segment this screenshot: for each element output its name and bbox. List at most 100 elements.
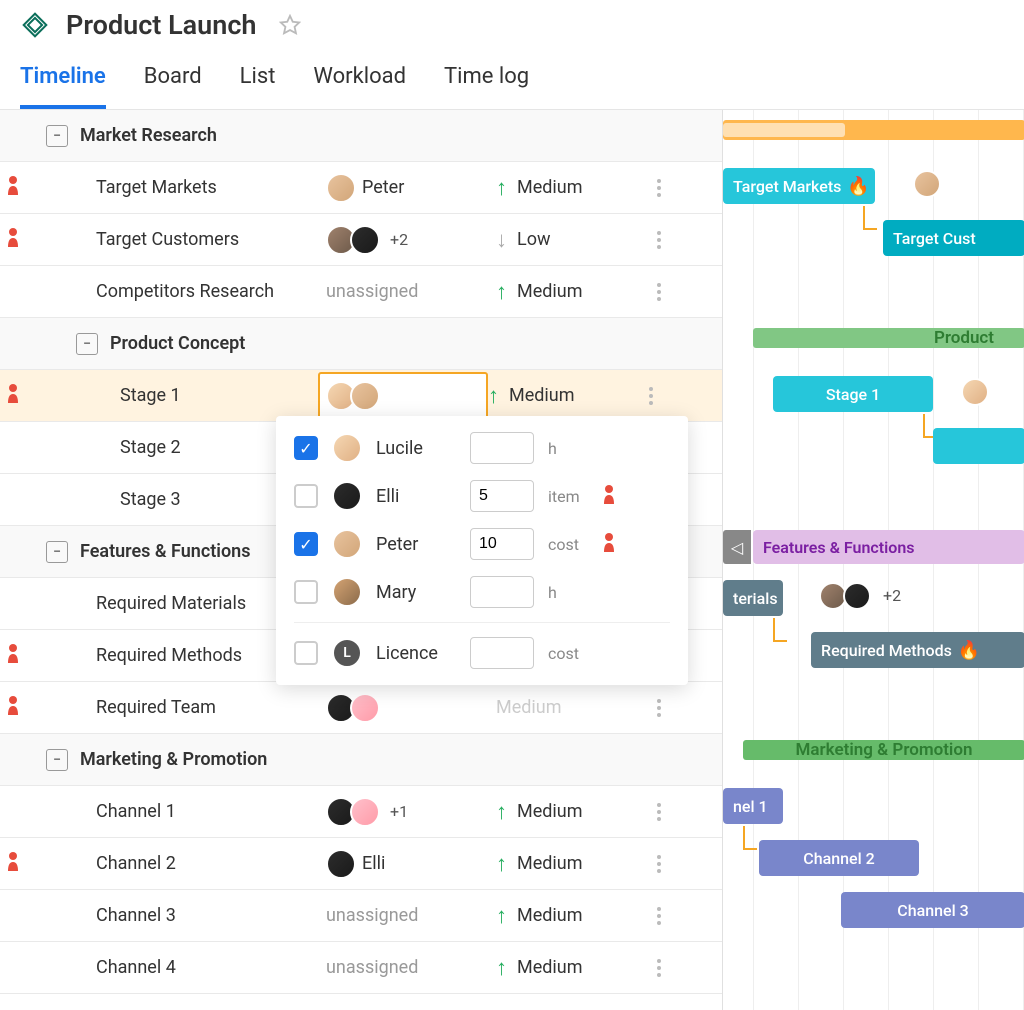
- gantt-bar-target-markets[interactable]: Target Markets🔥: [723, 168, 875, 204]
- gantt-bar-channel1[interactable]: nel 1: [723, 788, 783, 824]
- gantt-bar-stage1[interactable]: Stage 1: [773, 376, 933, 412]
- task-row[interactable]: Target Customers +2 ↓Low: [0, 214, 722, 266]
- tab-timelog[interactable]: Time log: [444, 64, 529, 109]
- gantt-bar-stage2[interactable]: [933, 428, 1024, 464]
- gantt-bar-channel2[interactable]: Channel 2: [759, 840, 919, 876]
- arrow-up-icon: ↑: [488, 383, 499, 409]
- dropdown-item[interactable]: ✓ Lucile h: [276, 424, 688, 472]
- project-title: Product Launch: [66, 9, 256, 41]
- checkbox[interactable]: [294, 580, 318, 604]
- gantt-bar-methods[interactable]: Required Methods🔥: [811, 632, 1024, 668]
- priority-cell[interactable]: ↑Medium: [496, 799, 646, 825]
- row-menu-button[interactable]: [646, 179, 672, 197]
- task-name: Channel 2: [76, 853, 326, 874]
- checkbox[interactable]: ✓: [294, 436, 318, 460]
- overload-icon: [602, 532, 620, 557]
- row-menu-button[interactable]: [646, 959, 672, 977]
- checkbox[interactable]: [294, 641, 318, 665]
- tab-timeline[interactable]: Timeline: [20, 64, 106, 109]
- task-name: Channel 4: [76, 957, 326, 978]
- row-menu-button[interactable]: [646, 855, 672, 873]
- flame-icon: 🔥: [847, 176, 869, 197]
- gantt-bar-materials[interactable]: terials: [723, 580, 783, 616]
- estimate-input[interactable]: [470, 528, 534, 560]
- avatar: [350, 797, 380, 827]
- task-row[interactable]: Stage 1 ↑Medium: [0, 370, 722, 422]
- task-name: Channel 1: [76, 801, 326, 822]
- gantt-bar-channel3[interactable]: Channel 3: [841, 892, 1024, 928]
- tab-workload[interactable]: Workload: [313, 64, 406, 109]
- task-row[interactable]: Channel 4 unassigned ↑Medium: [0, 942, 722, 994]
- collapse-handle[interactable]: ◁: [723, 530, 751, 564]
- avatar: [350, 693, 380, 723]
- task-row[interactable]: Competitors Research unassigned ↑Medium: [0, 266, 722, 318]
- checkbox[interactable]: [294, 484, 318, 508]
- task-row[interactable]: Channel 3 unassigned ↑Medium: [0, 890, 722, 942]
- priority-cell[interactable]: ↑Medium: [496, 851, 646, 877]
- row-menu-button[interactable]: [646, 283, 672, 301]
- priority-cell[interactable]: ↑Medium: [496, 955, 646, 981]
- overload-icon: [6, 383, 20, 408]
- favorite-star-button[interactable]: [278, 13, 302, 37]
- task-name: Required Team: [76, 697, 326, 718]
- estimate-input[interactable]: [470, 432, 534, 464]
- overload-icon: [6, 851, 20, 876]
- priority-cell[interactable]: Medium: [496, 697, 646, 718]
- assignee-cell[interactable]: Elli: [326, 849, 496, 879]
- tab-board[interactable]: Board: [144, 64, 202, 109]
- priority-cell[interactable]: ↑Medium: [496, 175, 646, 201]
- gantt-bar-target-customers[interactable]: Target Cust: [883, 220, 1024, 256]
- assignee-cell[interactable]: unassigned: [326, 281, 496, 302]
- assignee-cell[interactable]: +2: [326, 225, 496, 255]
- row-menu-button[interactable]: [638, 387, 664, 405]
- assignee-cell[interactable]: +1: [326, 797, 496, 827]
- arrow-up-icon: ↑: [496, 851, 507, 877]
- arrow-up-icon: ↑: [496, 279, 507, 305]
- dropdown-item[interactable]: Mary h: [276, 568, 688, 616]
- collapse-button[interactable]: −: [46, 125, 68, 147]
- collapse-button[interactable]: −: [46, 541, 68, 563]
- collapse-button[interactable]: −: [46, 749, 68, 771]
- dropdown-item[interactable]: Elli item: [276, 472, 688, 520]
- priority-cell[interactable]: ↓Low: [496, 227, 646, 253]
- overload-icon: [6, 227, 20, 252]
- gantt-group-bar-features[interactable]: Features & Functions: [753, 530, 1024, 564]
- task-row[interactable]: Required Team Medium: [0, 682, 722, 734]
- avatar: [350, 225, 380, 255]
- avatar: [843, 582, 871, 610]
- more-avatars-count: +2: [883, 586, 901, 605]
- estimate-input[interactable]: [470, 480, 534, 512]
- estimate-input[interactable]: [470, 637, 534, 669]
- assignee-cell-selected[interactable]: [318, 372, 488, 420]
- assignee-cell[interactable]: [326, 693, 496, 723]
- group-row[interactable]: − Product Concept: [0, 318, 722, 370]
- gantt-pane[interactable]: Target Markets🔥 Target Cust Product Stag…: [722, 110, 1024, 1010]
- estimate-input[interactable]: [470, 576, 534, 608]
- avatar: [913, 170, 941, 198]
- task-name: Target Markets: [76, 177, 326, 198]
- assignee-cell[interactable]: unassigned: [326, 905, 496, 926]
- dropdown-item[interactable]: ✓ Peter cost: [276, 520, 688, 568]
- group-name: Marketing & Promotion: [80, 749, 330, 770]
- row-menu-button[interactable]: [646, 231, 672, 249]
- assignee-cell[interactable]: Peter: [326, 173, 496, 203]
- assignee-cell[interactable]: unassigned: [326, 957, 496, 978]
- avatar: [332, 577, 362, 607]
- dropdown-item[interactable]: L Licence cost: [276, 629, 688, 677]
- task-row[interactable]: Target Markets Peter ↑Medium: [0, 162, 722, 214]
- collapse-button[interactable]: −: [76, 333, 98, 355]
- group-row[interactable]: − Marketing & Promotion: [0, 734, 722, 786]
- priority-cell[interactable]: ↑Medium: [488, 383, 638, 409]
- row-menu-button[interactable]: [646, 907, 672, 925]
- group-row[interactable]: − Market Research: [0, 110, 722, 162]
- tab-list[interactable]: List: [240, 64, 276, 109]
- avatar: [332, 433, 362, 463]
- task-row[interactable]: Channel 1 +1 ↑Medium: [0, 786, 722, 838]
- avatar: [326, 173, 356, 203]
- row-menu-button[interactable]: [646, 699, 672, 717]
- row-menu-button[interactable]: [646, 803, 672, 821]
- task-row[interactable]: Channel 2 Elli ↑Medium: [0, 838, 722, 890]
- checkbox[interactable]: ✓: [294, 532, 318, 556]
- priority-cell[interactable]: ↑Medium: [496, 903, 646, 929]
- priority-cell[interactable]: ↑Medium: [496, 279, 646, 305]
